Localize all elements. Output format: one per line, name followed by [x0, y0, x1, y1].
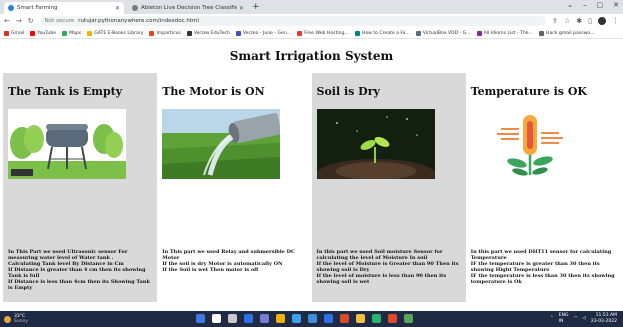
minimize-button[interactable]: –	[583, 1, 587, 9]
card-tank: The Tank is Empty In This Part we used U…	[3, 73, 158, 302]
card-description: In This Part we used Ultrasonic sensor F…	[8, 249, 150, 291]
weather-widget[interactable]: 33°C Sunny	[4, 314, 28, 324]
not-secure-label: Not secure	[44, 18, 75, 24]
tab-search-icon[interactable]: ⌄	[567, 1, 573, 9]
tab-favicon-icon	[132, 5, 138, 11]
store-icon[interactable]	[308, 314, 317, 323]
new-tab-button[interactable]: +	[252, 2, 260, 14]
sun-icon	[4, 315, 11, 323]
bookmark-favicon-icon	[476, 30, 482, 36]
edge-icon[interactable]	[292, 314, 301, 323]
book-icon	[87, 30, 93, 36]
status-cards: The Tank is Empty In This Part we used U…	[3, 73, 620, 302]
tab-title: Smart Farming	[17, 5, 58, 11]
bookmark-favicon-icon	[538, 30, 544, 36]
bookmark-verzeo-june[interactable]: Verzeo - June - Gen...	[235, 30, 291, 36]
tab-smart-farming[interactable]: Smart Farming ✕	[4, 2, 124, 14]
sidebar-icon[interactable]: ▯	[588, 17, 592, 25]
mail-icon[interactable]	[324, 314, 333, 323]
menu-icon[interactable]: ⋮	[612, 17, 619, 25]
bookmark-how-to[interactable]: How to Create a Fa...	[354, 30, 410, 36]
file-explorer-icon[interactable]	[276, 314, 285, 323]
vscode-icon[interactable]	[372, 314, 381, 323]
card-heading: The Tank is Empty	[8, 85, 123, 98]
close-window-button[interactable]: ✕	[613, 1, 619, 9]
clock-date: 23-03-2022	[590, 318, 617, 324]
app-icon[interactable]	[388, 314, 397, 323]
system-tray: ⌃ ENG IN ◠ ◁ 11:53 AM 23-03-2022	[550, 313, 617, 324]
card-description: In this part we used DHT11 sensor for ca…	[470, 249, 615, 285]
task-view-icon[interactable]	[228, 314, 237, 323]
card-heading: Temperature is OK	[470, 85, 587, 98]
bookmark-verzeo[interactable]: Verzeo EduTech	[186, 30, 230, 36]
tab-strip: Smart Farming ✕ Ableton Live Decision Tr…	[0, 0, 623, 14]
weather-desc: Sunny	[14, 319, 29, 324]
close-tab-icon[interactable]: ✕	[239, 5, 244, 12]
app-icon[interactable]	[404, 314, 413, 323]
bookmark-star-icon[interactable]: ☆	[564, 17, 570, 25]
bookmark-favicon-icon	[186, 30, 192, 36]
taskbar: 33°C Sunny ⌃ ENG IN ◠ ◁ 11:53 AM 23-03-2…	[0, 311, 623, 327]
thermometer-plant-icon	[470, 109, 589, 179]
start-icon[interactable]	[196, 314, 205, 323]
gmail-icon	[4, 30, 9, 36]
clock[interactable]: 11:53 AM 23-03-2022	[591, 313, 617, 324]
extensions-icon[interactable]: ✱	[576, 17, 582, 25]
wifi-icon[interactable]: ◠	[573, 316, 577, 322]
profile-avatar[interactable]	[598, 17, 606, 25]
widgets-icon[interactable]	[244, 314, 253, 323]
chat-icon[interactable]	[260, 314, 269, 323]
page-title: Smart Irrigation System	[229, 49, 394, 63]
taskbar-apps	[196, 314, 413, 323]
share-icon[interactable]: ⇪	[552, 17, 558, 25]
maximize-button[interactable]: ▢	[597, 1, 604, 9]
bookmark-virtualbox[interactable]: VirtualBox VDD - G...	[415, 30, 471, 36]
forward-icon[interactable]: →	[16, 17, 22, 25]
browser-toolbar: ← → ↻ Not secure rutujar.pythonanywhere.…	[0, 14, 623, 28]
back-icon[interactable]: ←	[4, 17, 10, 25]
bookmark-idioms[interactable]: All Idioms List - The...	[476, 30, 533, 36]
close-tab-icon[interactable]: ✕	[115, 5, 120, 12]
language-indicator[interactable]: ENG IN	[559, 313, 569, 324]
url-text: rutujar.pythonanywhere.com/indexdoc.html	[78, 18, 199, 24]
card-description: In This part we used Relay and submersib…	[162, 249, 295, 273]
tab-decision-tree[interactable]: Ableton Live Decision Tree Classifier ✕	[128, 2, 248, 14]
card-soil: Soil is Dry In this part we used Soil mo…	[311, 73, 466, 302]
water-pipe-icon	[162, 109, 281, 179]
youtube-icon	[30, 30, 36, 36]
bookmark-gmail[interactable]: Gmail	[4, 30, 24, 36]
office-icon[interactable]	[340, 314, 349, 323]
card-description: In this part we used Soil moisture Senso…	[316, 249, 459, 285]
reload-icon[interactable]: ↻	[28, 17, 34, 25]
tab-favicon-icon	[8, 5, 14, 11]
chrome-icon[interactable]	[356, 314, 365, 323]
tank-icon	[8, 109, 126, 179]
sprout-icon	[316, 109, 435, 179]
window-controls: ⌄ – ▢ ✕	[567, 1, 619, 9]
card-heading: The Motor is ON	[162, 85, 265, 98]
bookmark-gate[interactable]: GATE E-Books Library	[87, 30, 143, 36]
bookmark-maps[interactable]: Maps	[62, 30, 81, 36]
bookmark-youtube[interactable]: YouTube	[30, 30, 56, 36]
bookmarks-bar: Gmail YouTube Maps GATE E-Books Library …	[0, 28, 623, 39]
bookmark-favicon-icon	[149, 30, 155, 36]
bookmark-favicon-icon	[415, 30, 421, 36]
bookmark-free-hosting[interactable]: Free Web Hosting...	[297, 30, 349, 36]
bookmark-favicon-icon	[235, 30, 241, 36]
bookmark-imparticus[interactable]: Imparticus	[149, 30, 181, 36]
search-icon[interactable]	[212, 314, 221, 323]
volume-icon[interactable]: ◁	[582, 316, 585, 322]
tray-chevron-icon[interactable]: ⌃	[550, 316, 554, 322]
bookmark-hack[interactable]: Hack gmail passwo...	[538, 30, 595, 36]
card-temperature: Temperature is OK In this part we used D…	[465, 73, 620, 302]
address-bar[interactable]: Not secure rutujar.pythonanywhere.com/in…	[39, 16, 547, 26]
bookmark-favicon-icon	[354, 30, 360, 36]
bookmark-favicon-icon	[297, 30, 303, 36]
card-motor: The Motor is ON In This part we used Rel…	[157, 73, 312, 302]
card-heading: Soil is Dry	[316, 85, 380, 98]
tab-title: Ableton Live Decision Tree Classifier	[141, 5, 237, 11]
maps-icon	[62, 30, 68, 36]
page-content: Smart Irrigation System The Tank is Empt…	[3, 40, 620, 311]
